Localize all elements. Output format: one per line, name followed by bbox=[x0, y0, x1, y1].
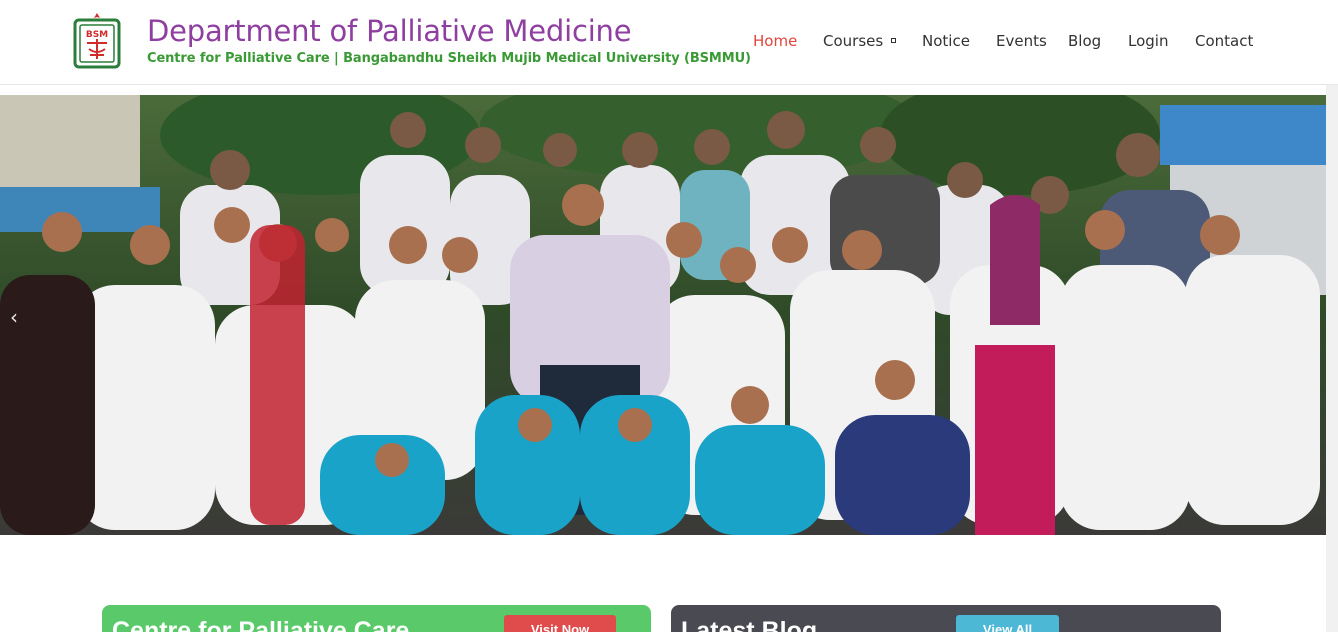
care-panel: Centre for Palliative Care Visit Now bbox=[102, 605, 651, 632]
site-header: BSM Department of Palliative Medicine Ce… bbox=[0, 0, 1338, 85]
nav-events[interactable]: Events bbox=[996, 32, 1047, 50]
nav-courses[interactable]: Courses bbox=[823, 32, 897, 50]
view-all-button[interactable]: View All bbox=[956, 615, 1059, 632]
nav-blog[interactable]: Blog bbox=[1068, 32, 1101, 50]
slider-prev-arrow-icon[interactable]: ‹ bbox=[10, 305, 18, 329]
nav-login[interactable]: Login bbox=[1128, 32, 1168, 50]
visit-now-button[interactable]: Visit Now bbox=[504, 615, 616, 632]
dropdown-caret-icon bbox=[891, 38, 897, 43]
blog-panel-title: Latest Blog bbox=[681, 617, 818, 632]
nav-contact[interactable]: Contact bbox=[1195, 32, 1253, 50]
blog-panel: Latest Blog View All bbox=[671, 605, 1221, 632]
page-scrollbar[interactable] bbox=[1326, 85, 1338, 632]
nav-home[interactable]: Home bbox=[753, 32, 797, 50]
site-subtitle: Centre for Palliative Care | Bangabandhu… bbox=[147, 51, 751, 66]
group-photo bbox=[0, 95, 1326, 535]
main-nav: Home Courses Notice Events Blog Login Co… bbox=[0, 32, 1338, 52]
care-panel-title: Centre for Palliative Care bbox=[112, 617, 410, 632]
nav-notice[interactable]: Notice bbox=[922, 32, 970, 50]
nav-courses-label: Courses bbox=[823, 32, 884, 50]
hero-slider[interactable]: ‹ bbox=[0, 95, 1326, 535]
